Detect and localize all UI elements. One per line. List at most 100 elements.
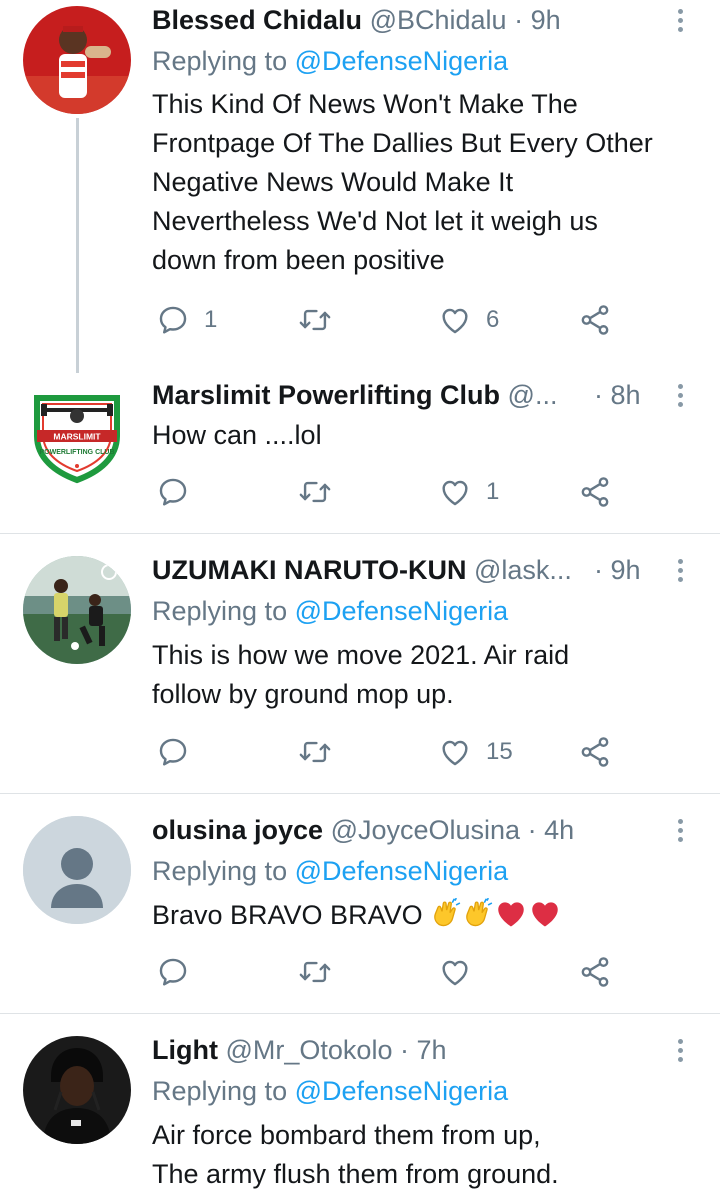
more-options-icon[interactable] [668,377,692,413]
display-name[interactable]: Marslimit Powerlifting Club [152,380,500,410]
share-icon [578,735,612,769]
action-bar: 15 [152,732,622,772]
tweet-4[interactable]: olusina joyce @JoyceOlusina · 4h Replyin… [0,794,720,1012]
more-options-icon[interactable] [668,812,692,848]
tweet-text: This Kind Of News Won't Make The Frontpa… [152,85,702,280]
tweet-text-line: down from been positive [152,245,445,275]
share-button[interactable] [578,732,612,772]
timestamp[interactable]: 9h [611,555,641,585]
tweet-text-line: The army flush them from ground. [152,1159,559,1189]
football-photo-avatar [23,556,131,664]
replying-to: Replying to @DefenseNigeria [152,1073,700,1109]
retweet-icon [298,303,332,337]
tweet-2[interactable]: MARSLIMIT POWERLIFTING CLUB Marslimit Po… [0,372,720,532]
user-handle[interactable]: @lask... [474,555,572,585]
heart-icon [438,303,472,337]
separator-dot: · [594,555,603,585]
tweet-text-line: Negative News Would Make It [152,167,514,197]
more-options-icon[interactable] [668,552,692,588]
reply-icon [156,475,190,509]
like-button[interactable]: 15 [438,732,513,772]
action-bar: 1 6 [152,300,622,340]
user-handle[interactable]: @... [508,380,558,410]
retweet-button[interactable] [298,732,346,772]
tweet-text: How can ....lol [152,416,702,455]
replying-target-link[interactable]: @DefenseNigeria [295,856,509,886]
reply-icon [156,735,190,769]
display-name[interactable]: Blessed Chidalu [152,5,362,35]
avatar[interactable] [23,816,131,924]
avatar[interactable]: MARSLIMIT POWERLIFTING CLUB [23,378,131,486]
share-icon [578,303,612,337]
reply-icon [156,955,190,989]
avatar[interactable] [23,1036,131,1144]
replying-to: Replying to @DefenseNigeria [152,593,700,629]
tweet-5[interactable]: Light @Mr_Otokolo · 7h Replying to @Defe… [0,1014,720,1195]
display-name[interactable]: Light [152,1035,218,1065]
share-button[interactable] [578,952,612,992]
replying-target-link[interactable]: @DefenseNigeria [295,1076,509,1106]
tweet-text: This is how we move 2021. Air raid follo… [152,636,702,714]
tweet-text-line: follow by ground mop up. [152,679,454,709]
tweet-text-words: Bravo BRAVO BRAVO [152,900,423,930]
tweet-header: Marslimit Powerlifting Club @... [152,377,616,413]
like-count: 1 [486,478,500,505]
user-handle[interactable]: @JoyceOlusina [331,815,521,845]
replying-to: Replying to @DefenseNigeria [152,853,700,889]
reply-button[interactable] [156,952,204,992]
retweet-icon [298,475,332,509]
display-name[interactable]: UZUMAKI NARUTO-KUN [152,555,466,585]
retweet-button[interactable] [298,300,346,340]
tweet-header: olusina joyce @JoyceOlusina · 4h [152,812,660,848]
tweet-text-line: This Kind Of News Won't Make The [152,89,578,119]
tweet-time: · 9h [594,552,660,588]
replying-target-link[interactable]: @DefenseNigeria [295,46,509,76]
reply-button[interactable] [156,732,204,772]
like-button[interactable]: 6 [438,300,499,340]
tweet-1[interactable]: Blessed Chidalu @BChidalu · 9h Replying … [0,0,720,355]
replying-prefix: Replying to [152,1076,288,1106]
tweet-text-line: Frontpage Of The Dallies But Every Other [152,128,653,158]
timestamp[interactable]: 7h [417,1035,447,1065]
user-handle[interactable]: @BChidalu [370,5,507,35]
retweet-button[interactable] [298,472,346,512]
tweet-time: · 8h [594,377,660,413]
user-handle[interactable]: @Mr_Otokolo [226,1035,393,1065]
tweet-3[interactable]: UZUMAKI NARUTO-KUN @lask... · 9h Replyin… [0,534,720,792]
share-button[interactable] [578,300,612,340]
tweet-text-line: How can ....lol [152,420,322,450]
action-bar: 1 [152,472,622,512]
replying-target-link[interactable]: @DefenseNigeria [295,596,509,626]
reply-button[interactable] [156,472,204,512]
separator-dot: · [399,1035,409,1065]
tweet-text-line: Nevertheless We'd Not let it weigh us [152,206,598,236]
replying-to: Replying to @DefenseNigeria [152,43,700,79]
timestamp[interactable]: 8h [611,380,641,410]
timestamp[interactable]: 9h [531,5,561,35]
replying-prefix: Replying to [152,46,288,76]
retweet-icon [298,955,332,989]
share-button[interactable] [578,472,612,512]
more-options-icon[interactable] [668,2,692,38]
avatar[interactable] [23,556,131,664]
like-count: 15 [486,738,513,765]
replying-prefix: Replying to [152,856,288,886]
tweet-text-line: Air force bombard them from up, [152,1120,541,1150]
heart-icon [438,955,472,989]
separator-dot: · [514,5,524,35]
reply-button[interactable]: 1 [156,300,217,340]
more-options-icon[interactable] [668,1032,692,1068]
retweet-icon [298,735,332,769]
avatar[interactable] [23,6,131,114]
clapping-hands-emoji-icon [430,898,462,930]
like-button[interactable]: 1 [438,472,499,512]
retweet-button[interactable] [298,952,346,992]
like-count: 6 [486,306,500,333]
display-name[interactable]: olusina joyce [152,815,323,845]
replying-prefix: Replying to [152,596,288,626]
like-button[interactable] [438,952,486,992]
timestamp[interactable]: 4h [544,815,574,845]
logo-text-bottom: POWERLIFTING CLUB [39,449,114,456]
club-logo-avatar: MARSLIMIT POWERLIFTING CLUB [34,395,120,484]
separator-dot: · [594,380,603,410]
